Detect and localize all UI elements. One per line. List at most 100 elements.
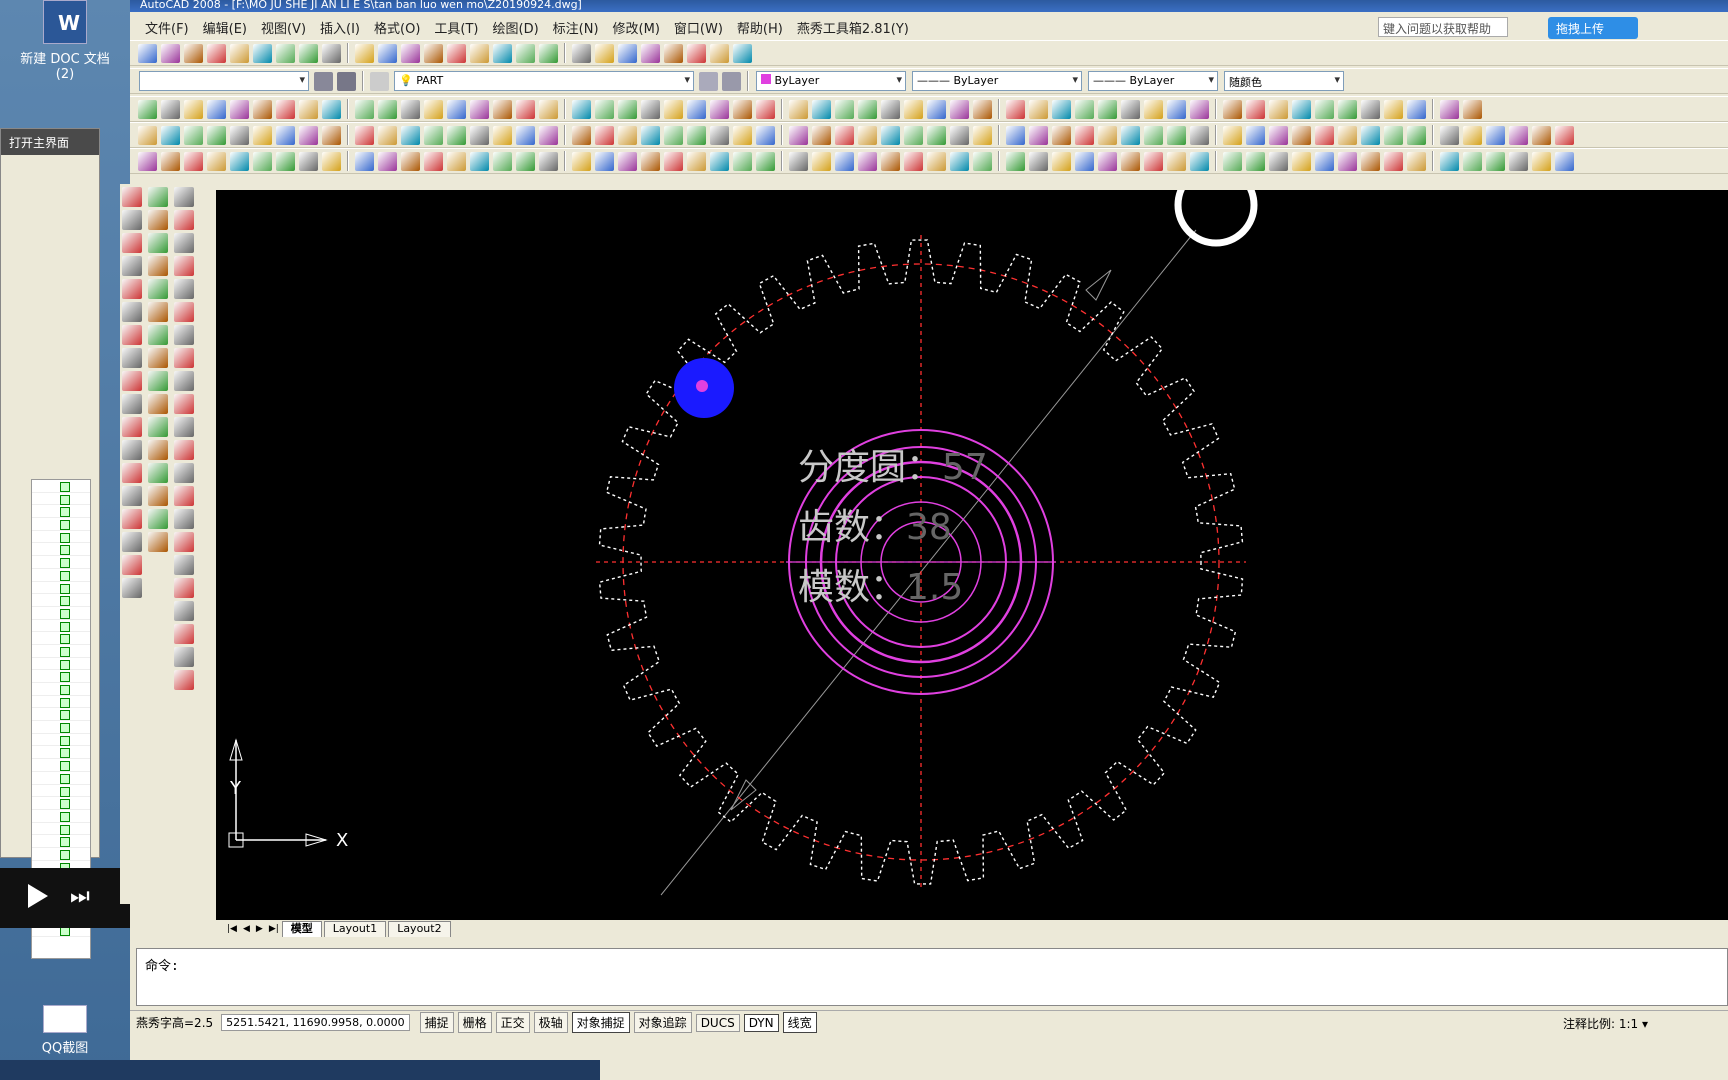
toolbar-tool-icon[interactable] bbox=[904, 125, 923, 145]
toolbar-tool-icon[interactable] bbox=[276, 151, 295, 171]
toolbar-tool-icon[interactable] bbox=[493, 99, 512, 119]
toolbar-tool-icon[interactable] bbox=[835, 151, 854, 171]
toolbar-tool-icon[interactable] bbox=[641, 151, 660, 171]
toolbar-tool-icon[interactable] bbox=[1338, 99, 1357, 119]
tree-row[interactable] bbox=[32, 505, 90, 519]
side-tool-icon[interactable] bbox=[122, 417, 142, 437]
toolbar-tool-icon[interactable] bbox=[299, 43, 318, 63]
toolbar-tool-icon[interactable] bbox=[1292, 99, 1311, 119]
tree-row[interactable] bbox=[32, 607, 90, 620]
toolbar-tool-icon[interactable] bbox=[1006, 125, 1025, 145]
menu-item[interactable]: 修改(M) bbox=[606, 18, 667, 37]
toolbar-tool-icon[interactable] bbox=[1052, 99, 1071, 119]
toolbar-tool-icon[interactable] bbox=[1190, 151, 1209, 171]
toolbar-tool-icon[interactable] bbox=[789, 125, 808, 145]
toolbar-tool-icon[interactable] bbox=[756, 151, 775, 171]
toolbar-tool-icon[interactable] bbox=[1384, 99, 1403, 119]
toolbar-tool-icon[interactable] bbox=[1098, 151, 1117, 171]
toolbar-tool-icon[interactable] bbox=[618, 151, 637, 171]
toolbar-tool-icon[interactable] bbox=[618, 125, 637, 145]
side-tool-icon[interactable] bbox=[148, 394, 168, 414]
toolbar-tool-icon[interactable] bbox=[618, 99, 637, 119]
toolbar-tool-icon[interactable] bbox=[516, 99, 535, 119]
toolbar-tool-icon[interactable] bbox=[641, 43, 660, 63]
toolbar-tool-icon[interactable] bbox=[230, 43, 249, 63]
side-tool-icon[interactable] bbox=[148, 348, 168, 368]
toolbar-tool-icon[interactable] bbox=[1440, 99, 1459, 119]
toolbar-tool-icon[interactable] bbox=[355, 125, 374, 145]
toolbar-tool-icon[interactable] bbox=[1006, 151, 1025, 171]
menu-item[interactable]: 编辑(E) bbox=[196, 18, 254, 37]
tree-row[interactable] bbox=[32, 531, 90, 544]
toolbar-tool-icon[interactable] bbox=[973, 125, 992, 145]
tree-row[interactable] bbox=[32, 734, 90, 747]
toolbar-tool-icon[interactable] bbox=[756, 125, 775, 145]
toolbar-tool-icon[interactable] bbox=[1292, 125, 1311, 145]
toolbar-tool-icon[interactable] bbox=[950, 151, 969, 171]
command-line[interactable]: 命令: bbox=[136, 948, 1728, 1006]
side-tool-icon[interactable] bbox=[122, 371, 142, 391]
toolbar-tool-icon[interactable] bbox=[1246, 125, 1265, 145]
toolbar-tool-icon[interactable] bbox=[756, 99, 775, 119]
side-tool-icon[interactable] bbox=[174, 601, 194, 621]
side-tool-icon[interactable] bbox=[148, 233, 168, 253]
side-tool-icon[interactable] bbox=[174, 394, 194, 414]
side-tool-icon[interactable] bbox=[174, 509, 194, 529]
toolbar-tool-icon[interactable] bbox=[276, 43, 295, 63]
toolbar-tool-icon[interactable] bbox=[1315, 125, 1334, 145]
toolbar-tool-icon[interactable] bbox=[1223, 125, 1242, 145]
toolbar-tool-icon[interactable] bbox=[710, 99, 729, 119]
tree-row[interactable] bbox=[32, 493, 90, 506]
toolbar-tool-icon[interactable] bbox=[299, 125, 318, 145]
toolbar-tool-icon[interactable] bbox=[789, 99, 808, 119]
toolbar-tool-icon[interactable] bbox=[1384, 151, 1403, 171]
toolbar-tool-icon[interactable] bbox=[138, 99, 157, 119]
side-tool-icon[interactable] bbox=[122, 233, 142, 253]
toolbar-tool-icon[interactable] bbox=[322, 125, 341, 145]
toolbar-tool-icon[interactable] bbox=[539, 43, 558, 63]
side-tool-icon[interactable] bbox=[174, 440, 194, 460]
toolbar-tool-icon[interactable] bbox=[1144, 151, 1163, 171]
toolbar-tool-icon[interactable] bbox=[1407, 151, 1426, 171]
menu-item[interactable]: 窗口(W) bbox=[667, 18, 730, 37]
tree-row[interactable] bbox=[32, 708, 90, 722]
toolbar-tool-icon[interactable] bbox=[687, 151, 706, 171]
toolbar-tool-icon[interactable] bbox=[1167, 125, 1186, 145]
tree-row[interactable] bbox=[32, 582, 90, 595]
layer-previous-icon[interactable] bbox=[722, 71, 741, 91]
toolbar-tool-icon[interactable] bbox=[572, 125, 591, 145]
toolbar-tool-icon[interactable] bbox=[424, 43, 443, 63]
toolbar-tool-icon[interactable] bbox=[1075, 151, 1094, 171]
toolbar-tool-icon[interactable] bbox=[322, 99, 341, 119]
menu-item[interactable]: 工具(T) bbox=[427, 18, 485, 37]
status-toggle-button[interactable]: 正交 bbox=[495, 1012, 530, 1033]
side-tool-icon[interactable] bbox=[122, 348, 142, 368]
toolbar-tool-icon[interactable] bbox=[1223, 151, 1242, 171]
status-toggle-button[interactable]: 对象追踪 bbox=[633, 1012, 692, 1033]
tree-row[interactable] bbox=[32, 620, 90, 633]
status-toggle-button[interactable]: DUCS bbox=[695, 1013, 740, 1032]
workspace-select[interactable] bbox=[139, 71, 309, 91]
menu-item[interactable]: 视图(V) bbox=[254, 18, 313, 37]
toolbar-tool-icon[interactable] bbox=[595, 99, 614, 119]
toolbar-tool-icon[interactable] bbox=[253, 125, 272, 145]
toolbar-tool-icon[interactable] bbox=[322, 151, 341, 171]
toolbar-tool-icon[interactable] bbox=[355, 99, 374, 119]
status-toggle-button[interactable]: 栅格 bbox=[457, 1012, 492, 1033]
toolbar-tool-icon[interactable] bbox=[207, 43, 226, 63]
toolbar-tool-icon[interactable] bbox=[1223, 99, 1242, 119]
toolbar-tool-icon[interactable] bbox=[230, 125, 249, 145]
toolbar-tool-icon[interactable] bbox=[276, 125, 295, 145]
side-tool-icon[interactable] bbox=[122, 325, 142, 345]
toolbar-tool-icon[interactable] bbox=[1121, 125, 1140, 145]
toolbar-tool-icon[interactable] bbox=[710, 125, 729, 145]
toolbar-tool-icon[interactable] bbox=[927, 151, 946, 171]
toolbar-tool-icon[interactable] bbox=[812, 151, 831, 171]
side-tool-icon[interactable] bbox=[148, 256, 168, 276]
toolbar-tool-icon[interactable] bbox=[276, 99, 295, 119]
side-tool-icon[interactable] bbox=[174, 463, 194, 483]
toolbar-tool-icon[interactable] bbox=[447, 99, 466, 119]
tree-row[interactable] bbox=[32, 835, 90, 848]
toolbar-tool-icon[interactable] bbox=[812, 99, 831, 119]
toolbar-tool-icon[interactable] bbox=[539, 125, 558, 145]
